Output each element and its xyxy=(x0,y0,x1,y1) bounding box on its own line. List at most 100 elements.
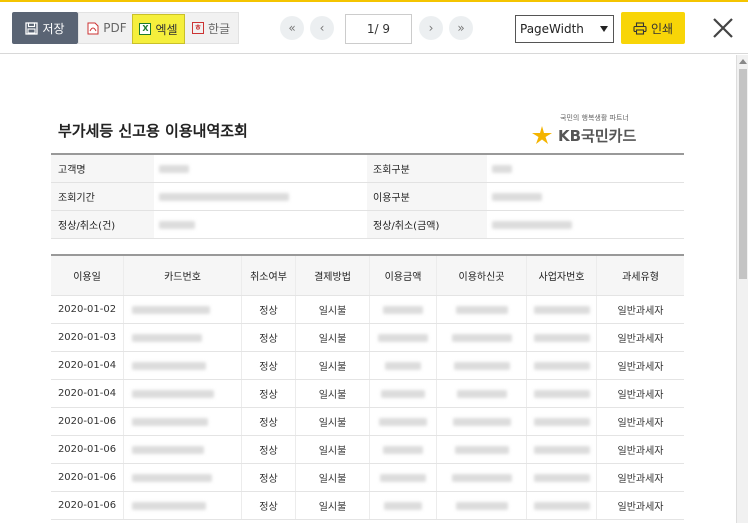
excel-file-icon: X xyxy=(139,23,152,35)
table-row: 2020-01-02 정상 일시불 일반과세자 xyxy=(51,296,684,324)
hwp-export-button[interactable]: ㅎ 한글 xyxy=(185,14,237,42)
table-row: 2020-01-04 정상 일시불 일반과세자 xyxy=(51,380,684,408)
column-header: 이용금액 xyxy=(370,256,437,295)
cell-tax-type: 일반과세자 xyxy=(617,306,664,317)
column-header: 이용하신곳 xyxy=(437,256,527,295)
column-header: 과세유형 xyxy=(622,272,659,283)
close-icon[interactable] xyxy=(709,14,737,42)
cell-date: 2020-01-06 xyxy=(51,492,124,519)
cell-tax-type: 일반과세자 xyxy=(617,334,664,345)
cell-merchant-redacted xyxy=(437,464,527,491)
cell-business-number-redacted xyxy=(527,464,597,491)
cell-cancel-status: 정상 xyxy=(242,464,296,491)
cell-date: 2020-01-06 xyxy=(51,408,124,435)
cell-amount-redacted xyxy=(370,464,437,491)
cell-amount-redacted xyxy=(370,408,437,435)
cell-business-number-redacted xyxy=(527,408,597,435)
cell-card-number-redacted xyxy=(124,436,242,463)
transactions-table: 이용일 카드번호 취소여부 결제방법 이용금액 이용하신곳 사업자번호 과세유형… xyxy=(51,254,684,520)
first-page-button[interactable]: « xyxy=(280,16,304,40)
cell-card-number-redacted xyxy=(124,408,242,435)
column-header: 결제방법 xyxy=(296,256,370,295)
pdf-export-button[interactable]: PDF xyxy=(82,14,132,42)
viewer-toolbar: 저장 PDF X 엑셀 ㅎ 한글 « ‹ 1/ 9 › » PageWidth … xyxy=(0,0,748,54)
print-button[interactable]: 인쇄 xyxy=(621,12,685,44)
cell-tax-type: 일반과세자 xyxy=(617,418,664,429)
column-header: 취소여부 xyxy=(242,256,296,295)
info-label: 정상/취소(금액) xyxy=(367,211,487,238)
prev-page-button[interactable]: ‹ xyxy=(310,16,334,40)
hwp-label: 한글 xyxy=(207,21,231,36)
info-label: 고객명 xyxy=(51,155,154,182)
vertical-scrollbar[interactable] xyxy=(736,55,748,523)
info-value-redacted xyxy=(154,183,367,210)
page-indicator-input[interactable]: 1/ 9 xyxy=(345,14,412,44)
info-row: 정상/취소(건) 정상/취소(금액) xyxy=(51,211,684,239)
cell-business-number-redacted xyxy=(527,324,597,351)
cell-payment-method: 일시불 xyxy=(296,324,370,351)
cell-cancel-status: 정상 xyxy=(242,492,296,519)
column-header: 이용일 xyxy=(51,256,124,295)
cell-cancel-status: 정상 xyxy=(242,296,296,323)
cell-card-number-redacted xyxy=(124,296,242,323)
cell-payment-method: 일시불 xyxy=(296,492,370,519)
info-row: 고객명 조회구분 xyxy=(51,155,684,183)
document-title: 부가세등 신고용 이용내역조회 xyxy=(58,122,248,140)
table-row: 2020-01-06 정상 일시불 일반과세자 xyxy=(51,492,684,520)
zoom-select[interactable]: PageWidth xyxy=(515,15,614,43)
info-label: 조회기간 xyxy=(51,183,154,210)
dropdown-caret-icon xyxy=(600,26,608,32)
document-page: 부가세등 신고용 이용내역조회 국민의 행복생활 파트너 KB국민카드 고객명 … xyxy=(0,55,736,523)
cell-payment-method: 일시불 xyxy=(296,296,370,323)
cell-merchant-redacted xyxy=(437,324,527,351)
excel-label: 엑셀 xyxy=(155,22,178,37)
cell-business-number-redacted xyxy=(527,352,597,379)
logo-tagline: 국민의 행복생활 파트너 xyxy=(560,114,629,122)
cell-date: 2020-01-04 xyxy=(51,380,124,407)
cell-business-number-redacted xyxy=(527,492,597,519)
floppy-disk-icon xyxy=(25,21,39,35)
kb-star-icon xyxy=(532,126,552,144)
cell-card-number-redacted xyxy=(124,380,242,407)
cell-date: 2020-01-04 xyxy=(51,352,124,379)
save-label: 저장 xyxy=(42,21,65,36)
summary-info-table: 고객명 조회구분 조회기간 이용구분 정상/취소(건) 정상/취소(금액) xyxy=(51,153,684,239)
cell-tax-type: 일반과세자 xyxy=(617,362,664,373)
transactions-body: 2020-01-02 정상 일시불 일반과세자 2020-01-03 정상 일시불 일반과세자… xyxy=(51,296,684,520)
last-page-button[interactable]: » xyxy=(449,16,473,40)
cell-cancel-status: 정상 xyxy=(242,408,296,435)
info-label: 조회구분 xyxy=(367,155,487,182)
double-chevron-left-icon: « xyxy=(288,21,296,35)
column-header: 카드번호 xyxy=(124,256,242,295)
table-header-row: 이용일 카드번호 취소여부 결제방법 이용금액 이용하신곳 사업자번호 과세유형 xyxy=(51,256,684,296)
cell-tax-type: 일반과세자 xyxy=(617,502,664,513)
scroll-up-arrow-icon[interactable] xyxy=(739,59,747,64)
cell-cancel-status: 정상 xyxy=(242,380,296,407)
info-label: 정상/취소(건) xyxy=(51,211,154,238)
chevron-left-icon: ‹ xyxy=(319,21,325,35)
cell-merchant-redacted xyxy=(437,352,527,379)
double-chevron-right-icon: » xyxy=(457,21,465,35)
cell-cancel-status: 정상 xyxy=(242,324,296,351)
scroll-thumb[interactable] xyxy=(739,69,747,279)
cell-payment-method: 일시불 xyxy=(296,408,370,435)
cell-business-number-redacted xyxy=(527,296,597,323)
cell-business-number-redacted xyxy=(527,380,597,407)
cell-date: 2020-01-06 xyxy=(51,436,124,463)
cell-merchant-redacted xyxy=(437,436,527,463)
excel-export-button[interactable]: X 엑셀 xyxy=(132,14,185,44)
cell-payment-method: 일시불 xyxy=(296,464,370,491)
cell-merchant-redacted xyxy=(437,380,527,407)
save-button[interactable]: 저장 xyxy=(12,12,78,44)
column-header: 사업자번호 xyxy=(527,256,597,295)
cell-payment-method: 일시불 xyxy=(296,436,370,463)
info-value-redacted xyxy=(154,155,367,182)
cell-merchant-redacted xyxy=(437,296,527,323)
cell-amount-redacted xyxy=(370,352,437,379)
cell-card-number-redacted xyxy=(124,492,242,519)
next-page-button[interactable]: › xyxy=(419,16,443,40)
cell-payment-method: 일시불 xyxy=(296,352,370,379)
cell-amount-redacted xyxy=(370,324,437,351)
info-value-redacted xyxy=(154,211,367,238)
cell-cancel-status: 정상 xyxy=(242,436,296,463)
